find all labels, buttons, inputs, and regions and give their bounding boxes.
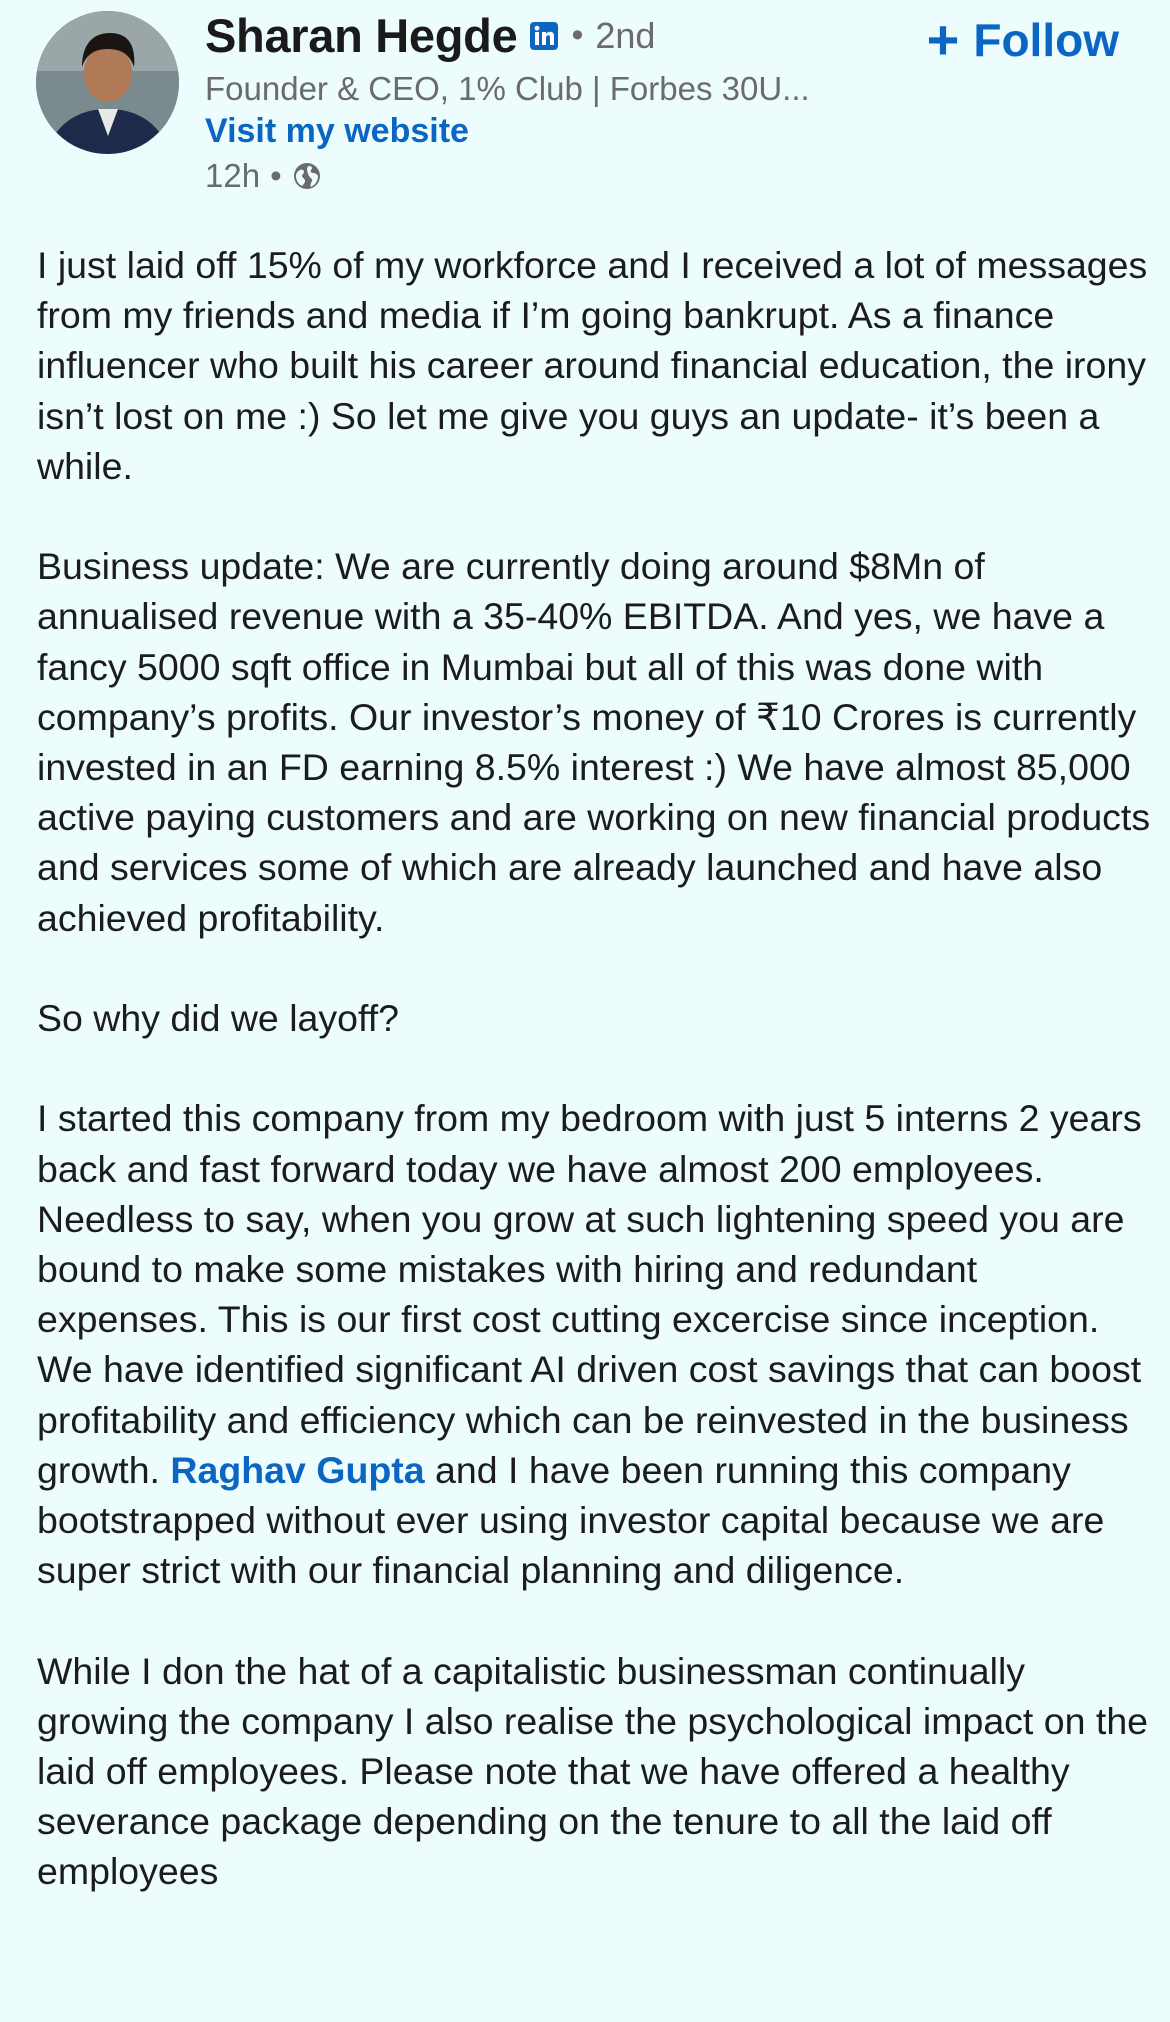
post-time: 12h [205, 157, 261, 194]
author-line: Sharan Hegde • 2nd [205, 8, 655, 63]
follow-button[interactable]: + Follow [927, 12, 1119, 68]
connection-degree: 2nd [595, 14, 656, 56]
post-paragraph: I started this company from my bedroom w… [37, 1093, 1157, 1595]
author-headline: Founder & CEO, 1% Club | Forbes 30U... [205, 70, 810, 107]
post-paragraph: While I don the hat of a capitalistic bu… [37, 1649, 1149, 1893]
follow-label: Follow [973, 14, 1119, 66]
mention-link[interactable]: Raghav Gupta [170, 1449, 424, 1491]
meta-separator: • [270, 157, 282, 194]
linkedin-post-view: Sharan Hegde • 2nd + Follow Founder & CE… [0, 0, 1170, 2022]
post-meta: 12h • [205, 157, 322, 195]
globe-icon [292, 161, 322, 191]
visit-website-link[interactable]: Visit my website [205, 112, 469, 151]
post-text-segment: I started this company from my bedroom w… [37, 1097, 1142, 1491]
linkedin-icon [529, 21, 559, 51]
post-text: I just laid off 15% of my workforce and … [37, 240, 1157, 1947]
post-paragraph: Business update: We are currently doing … [37, 545, 1151, 939]
plus-icon: + [926, 8, 960, 71]
author-avatar[interactable] [36, 11, 179, 154]
avatar-photo [36, 11, 179, 154]
post-paragraph: So why did we layoff? [37, 997, 400, 1040]
post-header: Sharan Hegde • 2nd + Follow Founder & CE… [0, 0, 1170, 210]
separator-dot: • [571, 16, 584, 54]
author-name[interactable]: Sharan Hegde [205, 8, 518, 63]
post-paragraph: I just laid off 15% of my workforce and … [37, 244, 1148, 487]
